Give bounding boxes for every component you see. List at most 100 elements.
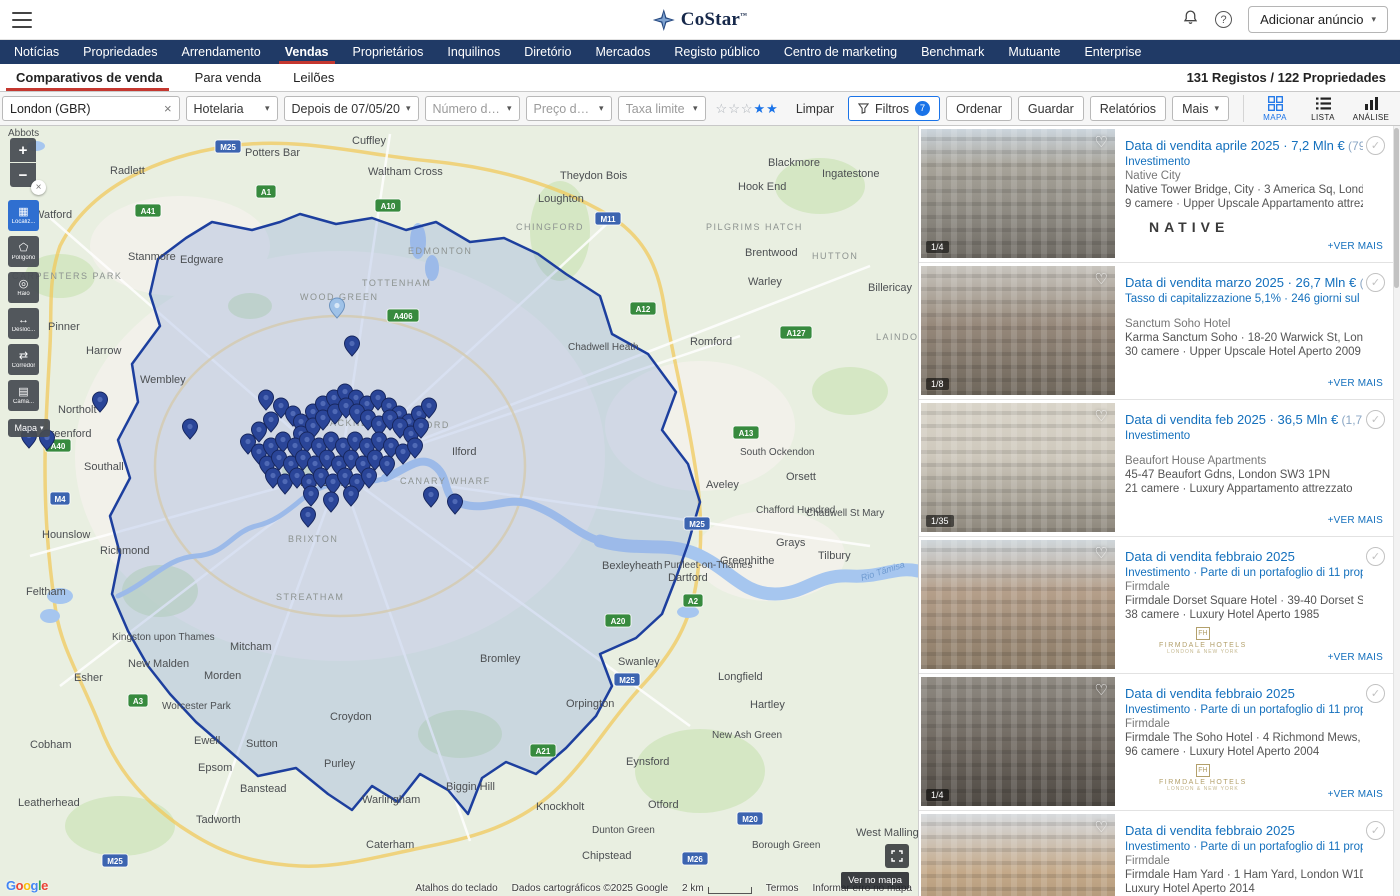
fullscreen-button[interactable] xyxy=(885,844,909,868)
property-card[interactable]: 1/8♡ Data di vendita marzo 2025 · 26,7 Ml… xyxy=(919,263,1393,400)
nav-item-vendas[interactable]: Vendas xyxy=(273,40,341,64)
view-toggle-análise[interactable]: ANÁLISE xyxy=(1348,95,1394,122)
clear-search-icon[interactable]: × xyxy=(164,101,172,116)
view-toggle-mapa[interactable]: MAPA xyxy=(1252,95,1298,122)
ver-mais-link[interactable]: +VER MAIS xyxy=(1328,789,1383,800)
map-town-label: Romford xyxy=(690,336,732,348)
select-check-icon[interactable]: ✓ xyxy=(1366,821,1385,840)
nav-item-mutuante[interactable]: Mutuante xyxy=(996,40,1072,64)
filters-button[interactable]: Filtros 7 xyxy=(848,96,940,121)
clear-filters-button[interactable]: Limpar xyxy=(788,102,842,116)
property-photo[interactable]: 1/8♡ xyxy=(921,266,1115,395)
ordenar-button[interactable]: Ordenar xyxy=(946,96,1012,121)
star-icon[interactable]: ★ xyxy=(754,101,766,117)
star-icon[interactable]: ☆ xyxy=(716,101,728,117)
select-check-icon[interactable]: ✓ xyxy=(1366,410,1385,429)
subtab-leilões[interactable]: Leilões xyxy=(277,64,350,91)
nav-item-diretório[interactable]: Diretório xyxy=(512,40,583,64)
mais-button[interactable]: Mais▾ xyxy=(1172,96,1229,121)
notifications-bell-icon[interactable] xyxy=(1182,9,1199,31)
location-search-input[interactable]: London (GBR) × xyxy=(2,96,180,121)
property-photo[interactable]: 1/4♡ xyxy=(921,129,1115,258)
card-details: 30 camere · Upper Upscale Hotel Aperto 2… xyxy=(1125,346,1363,358)
property-card[interactable]: 1/4♡Data di vendita febbraio 2025Investi… xyxy=(919,674,1393,811)
favorite-heart-icon[interactable]: ♡ xyxy=(1095,407,1108,425)
property-photo[interactable]: ♡ xyxy=(921,540,1115,669)
ver-mais-link[interactable]: +VER MAIS xyxy=(1328,241,1383,252)
nav-item-arrendamento[interactable]: Arrendamento xyxy=(170,40,273,64)
property-photo[interactable]: ♡ xyxy=(921,814,1115,896)
svg-text:A12: A12 xyxy=(636,305,651,314)
nav-item-benchmark[interactable]: Benchmark xyxy=(909,40,996,64)
guardar-button[interactable]: Guardar xyxy=(1018,96,1084,121)
results-scrollbar[interactable] xyxy=(1393,126,1400,896)
subtab-comparativos-de-venda[interactable]: Comparativos de venda xyxy=(0,64,179,91)
nav-item-notícias[interactable]: Notícias xyxy=(2,40,71,64)
star-icon[interactable]: ☆ xyxy=(741,101,753,117)
map-tool-grid[interactable]: ▦Localiz... xyxy=(8,200,39,231)
road-badge: A1 xyxy=(256,185,276,198)
map-tool-move[interactable]: ↔Desloc... xyxy=(8,308,39,339)
map-tool-radius[interactable]: ◎Raio xyxy=(8,272,39,303)
map-canvas[interactable]: Rio TâmisaEDMONTONTOTTENHAMWOOD GREENCHI… xyxy=(0,126,918,896)
nav-item-mercados[interactable]: Mercados xyxy=(583,40,662,64)
favorite-heart-icon[interactable]: ♡ xyxy=(1095,544,1108,562)
select-check-icon[interactable]: ✓ xyxy=(1366,547,1385,566)
property-card[interactable]: ♡Data di vendita febbraio 2025Investimen… xyxy=(919,537,1393,674)
nav-item-proprietários[interactable]: Proprietários xyxy=(341,40,436,64)
star-icon[interactable]: ☆ xyxy=(728,101,740,117)
select-check-icon[interactable]: ✓ xyxy=(1366,136,1385,155)
card-title[interactable]: Data di vendita feb 2025 · 36,5 Mln € (1… xyxy=(1125,412,1363,427)
dismiss-tool-icon[interactable]: × xyxy=(31,180,46,195)
filter-dropdown[interactable]: Hotelaria▾ xyxy=(186,96,278,121)
filter-dropdown[interactable]: Taxa limite▾ xyxy=(618,96,706,121)
map-tool-corridor[interactable]: ⇄Corredor xyxy=(8,344,39,375)
card-title[interactable]: Data di vendita febbraio 2025 xyxy=(1125,686,1363,701)
card-title[interactable]: Data di vendita febbraio 2025 xyxy=(1125,823,1363,838)
card-title[interactable]: Data di vendita febbraio 2025 xyxy=(1125,549,1363,564)
chevron-down-icon: ▾ xyxy=(502,103,512,114)
scrollbar-thumb[interactable] xyxy=(1394,128,1399,288)
property-photo[interactable]: 1/35♡ xyxy=(921,403,1115,532)
ver-mais-link[interactable]: +VER MAIS xyxy=(1328,378,1383,389)
map-tool-layers[interactable]: ▤Cama... xyxy=(8,380,39,411)
relatórios-button[interactable]: Relatórios xyxy=(1090,96,1166,121)
nav-item-registo-público[interactable]: Registo público xyxy=(662,40,771,64)
filter-dropdown[interactable]: Número de ...▾ xyxy=(425,96,520,121)
map-style-button[interactable]: Mapa▾ xyxy=(8,419,50,437)
property-card[interactable]: 1/4♡ Data di vendita aprile 2025 · 7,2 Ml… xyxy=(919,126,1393,263)
card-tag: Investimento xyxy=(1125,156,1363,168)
card-title[interactable]: Data di vendita aprile 2025 · 7,2 Mln € … xyxy=(1125,138,1363,153)
zoom-in-button[interactable]: + xyxy=(10,138,36,162)
map[interactable]: Rio TâmisaEDMONTONTOTTENHAMWOOD GREENCHI… xyxy=(0,126,918,896)
nav-item-centro-de-marketing[interactable]: Centro de marketing xyxy=(772,40,909,64)
nav-item-inquilinos[interactable]: Inquilinos xyxy=(435,40,512,64)
star-icon[interactable]: ★ xyxy=(766,101,778,117)
hamburger-menu-icon[interactable] xyxy=(12,12,32,28)
add-listing-button[interactable]: Adicionar anúncio▾ xyxy=(1248,6,1388,33)
property-card[interactable]: 1/35♡ Data di vendita feb 2025 · 36,5 Mln… xyxy=(919,400,1393,537)
terms-link[interactable]: Termos xyxy=(766,883,799,894)
favorite-heart-icon[interactable]: ♡ xyxy=(1095,681,1108,699)
favorite-heart-icon[interactable]: ♡ xyxy=(1095,270,1108,288)
card-title[interactable]: Data di vendita marzo 2025 · 26,7 Mln € … xyxy=(1125,275,1363,290)
select-check-icon[interactable]: ✓ xyxy=(1366,273,1385,292)
filter-dropdown[interactable]: Depois de 07/05/20▾ xyxy=(284,96,419,121)
property-photo[interactable]: 1/4♡ xyxy=(921,677,1115,806)
ver-mais-link[interactable]: +VER MAIS xyxy=(1328,652,1383,663)
favorite-heart-icon[interactable]: ♡ xyxy=(1095,133,1108,151)
view-toggle-lista[interactable]: LISTA xyxy=(1300,95,1346,122)
help-icon[interactable]: ? xyxy=(1215,11,1232,28)
nav-item-propriedades[interactable]: Propriedades xyxy=(71,40,169,64)
ver-mais-link[interactable]: +VER MAIS xyxy=(1328,515,1383,526)
map-tool-polygon[interactable]: ⬠Polígono xyxy=(8,236,39,267)
subtab-para-venda[interactable]: Para venda xyxy=(179,64,278,91)
property-card[interactable]: ♡Data di vendita febbraio 2025Investimen… xyxy=(919,811,1393,896)
favorite-heart-icon[interactable]: ♡ xyxy=(1095,818,1108,836)
filter-dropdown[interactable]: Preço de v...▾ xyxy=(526,96,612,121)
keyboard-shortcuts-link[interactable]: Atalhos do teclado xyxy=(415,883,497,894)
star-rating-filter[interactable]: ☆☆☆★★ xyxy=(712,101,782,117)
nav-item-enterprise[interactable]: Enterprise xyxy=(1072,40,1153,64)
select-check-icon[interactable]: ✓ xyxy=(1366,684,1385,703)
map-town-label: Cuffley xyxy=(352,135,387,147)
